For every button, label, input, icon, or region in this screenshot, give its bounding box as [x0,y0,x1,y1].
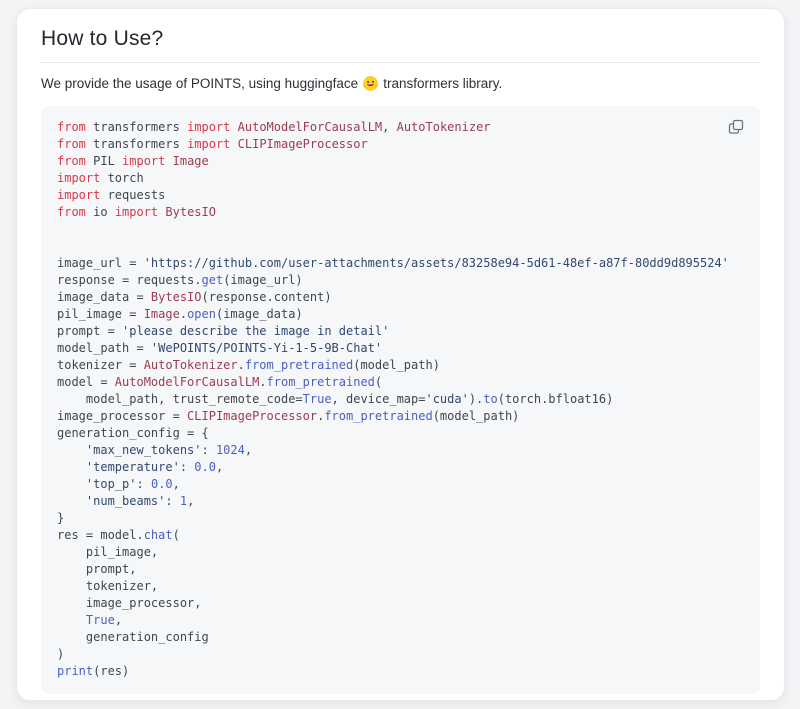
code-line: 'temperature': 0.0, [57,459,744,476]
code-line: image_processor, [57,595,744,612]
copy-code-button[interactable] [725,116,747,138]
code-line: from transformers import AutoModelForCau… [57,119,744,136]
code-line: ) [57,646,744,663]
page-title: How to Use? [41,27,760,51]
code-line: response = requests.get(image_url) [57,272,744,289]
code-area: from transformers import AutoModelForCau… [57,119,744,680]
code-block: from transformers import AutoModelForCau… [41,106,760,694]
code-line: prompt, [57,561,744,578]
code-line: generation_config [57,629,744,646]
title-divider [41,62,760,63]
code-line: print(res) [57,663,744,680]
code-line: image_url = 'https://github.com/user-att… [57,255,744,272]
code-line: 'top_p': 0.0, [57,476,744,493]
intro-text-after: transformers library. [383,76,502,91]
code-line: model_path = 'WePOINTS/POINTS-Yi-1-5-9B-… [57,340,744,357]
code-line: import torch [57,170,744,187]
content-card: How to Use? We provide the usage of POIN… [16,8,785,701]
code-line: generation_config = { [57,425,744,442]
code-line: 'num_beams': 1, [57,493,744,510]
code-line: res = model.chat( [57,527,744,544]
code-line: model_path, trust_remote_code=True, devi… [57,391,744,408]
code-line: pil_image = Image.open(image_data) [57,306,744,323]
copy-icon [725,119,747,135]
code-line [57,221,744,238]
code-line: from io import BytesIO [57,204,744,221]
code-line: prompt = 'please describe the image in d… [57,323,744,340]
code-line: image_processor = CLIPImageProcessor.fro… [57,408,744,425]
code-line: import requests [57,187,744,204]
code-line: image_data = BytesIO(response.content) [57,289,744,306]
code-line: from transformers import CLIPImageProces… [57,136,744,153]
intro-paragraph: We provide the usage of POINTS, using hu… [41,76,760,91]
code-line [57,238,744,255]
code-line: model = AutoModelForCausalLM.from_pretra… [57,374,744,391]
code-line: } [57,510,744,527]
code-line: 'max_new_tokens': 1024, [57,442,744,459]
hugging-face-emoji [363,76,378,91]
code-line: tokenizer, [57,578,744,595]
code-line: from PIL import Image [57,153,744,170]
code-line: tokenizer = AutoTokenizer.from_pretraine… [57,357,744,374]
code-line: True, [57,612,744,629]
code-line: pil_image, [57,544,744,561]
intro-text-before: We provide the usage of POINTS, using hu… [41,76,358,91]
